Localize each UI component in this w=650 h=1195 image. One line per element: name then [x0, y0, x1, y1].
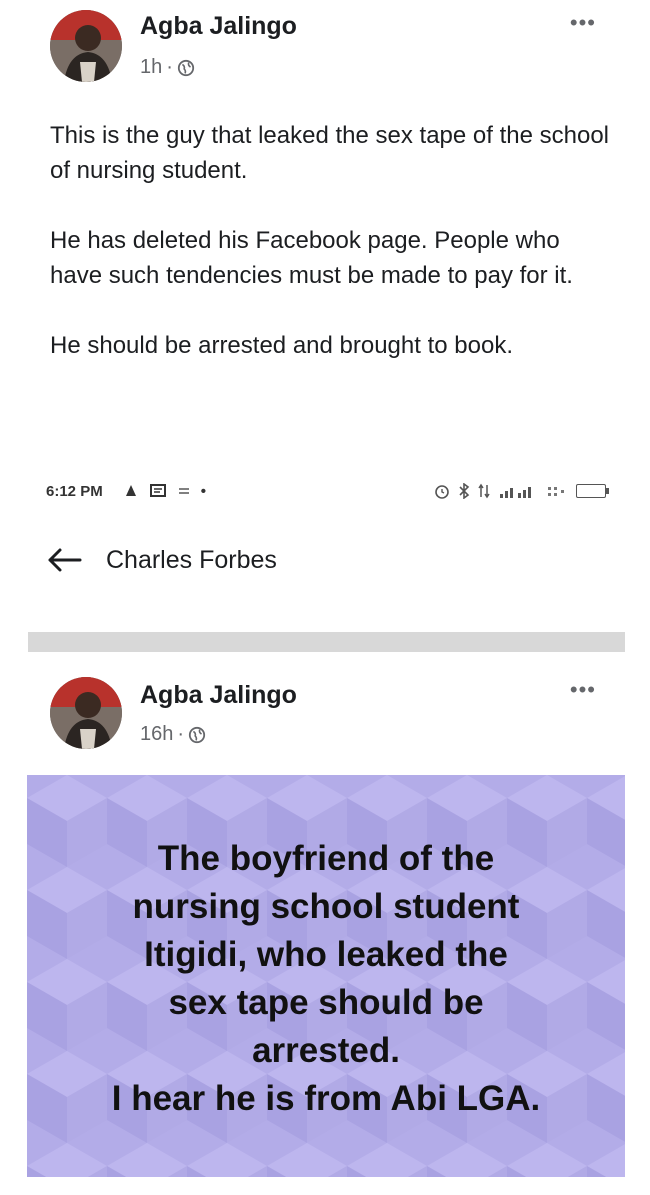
battery-icon	[576, 484, 609, 498]
equals-icon	[178, 488, 189, 494]
back-arrow-icon[interactable]	[46, 546, 82, 574]
notification-icon	[125, 485, 136, 496]
post-time[interactable]: 16h	[140, 723, 173, 746]
text-background-card: The boyfriend of the nursing school stud…	[27, 775, 625, 1177]
author-name[interactable]: Agba Jalingo	[140, 12, 297, 41]
data-arrows-icon	[478, 483, 490, 499]
post-meta: 1h ·	[140, 56, 195, 79]
message-icon	[149, 484, 166, 497]
bluetooth-icon	[459, 483, 470, 499]
globe-icon	[188, 726, 206, 743]
card-line: arrested.	[252, 1031, 400, 1070]
globe-icon	[177, 59, 195, 76]
avatar[interactable]	[50, 10, 122, 82]
status-bar: 6:12 PM •	[46, 478, 609, 504]
nav-title: Charles Forbes	[106, 545, 277, 574]
status-time: 6:12 PM	[46, 482, 103, 500]
card-line: sex tape should be	[168, 983, 484, 1022]
top-nav: Charles Forbes	[46, 540, 277, 580]
card-line: Itigidi, who leaked the	[144, 935, 508, 974]
alarm-icon	[435, 485, 449, 499]
post-meta: 16h ·	[140, 723, 206, 746]
post-1: Agba Jalingo 1h · ••• This is the guy th…	[0, 0, 650, 630]
post-paragraph: He has deleted his Facebook page. People…	[50, 227, 573, 289]
signal-icon	[500, 487, 531, 498]
post-2: Agba Jalingo 16h · ••• The boyfriend of …	[0, 655, 650, 1195]
card-message: The boyfriend of the nursing school stud…	[27, 835, 625, 1123]
meta-separator: ·	[166, 56, 173, 78]
avatar[interactable]	[50, 677, 122, 749]
feed-divider	[28, 632, 625, 652]
more-options-icon[interactable]: •••	[570, 679, 596, 701]
wifi-icon	[548, 487, 564, 496]
author-name[interactable]: Agba Jalingo	[140, 681, 297, 710]
card-line: I hear he is from Abi LGA.	[111, 1079, 541, 1118]
card-line: The boyfriend of the	[157, 839, 495, 878]
more-options-icon[interactable]: •••	[570, 12, 596, 34]
post-paragraph: He should be arrested and brought to boo…	[50, 332, 513, 359]
post-time[interactable]: 1h	[140, 56, 162, 79]
post-text: This is the guy that leaked the sex tape…	[50, 118, 610, 363]
post-paragraph: This is the guy that leaked the sex tape…	[50, 122, 610, 184]
status-dot: •	[200, 482, 206, 500]
card-line: nursing school student	[132, 887, 520, 926]
meta-separator: ·	[177, 723, 185, 745]
